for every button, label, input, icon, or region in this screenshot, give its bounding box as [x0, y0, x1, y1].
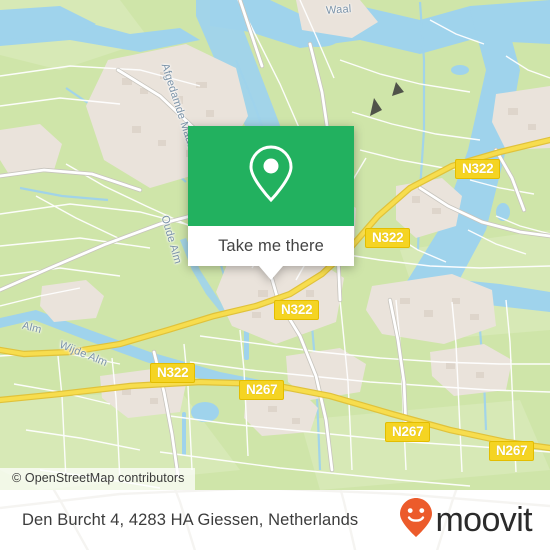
moovit-smiley-pin-icon: [399, 497, 433, 544]
footer-bar: Den Burcht 4, 4283 HA Giessen, Netherlan…: [0, 490, 550, 550]
map-canvas[interactable]: Waal Afgedamde Maas Oude Alm Alm Wijde A…: [0, 0, 550, 490]
n322-shield-center: N322: [365, 228, 411, 248]
n322-shield-west: N322: [150, 363, 196, 383]
destination-popup-card[interactable]: Take me there: [188, 126, 354, 280]
osm-attribution[interactable]: © OpenStreetMap contributors: [0, 468, 195, 490]
moovit-logo[interactable]: moovit: [399, 497, 533, 544]
address-label: Den Burcht 4, 4283 HA Giessen, Netherlan…: [22, 510, 359, 529]
n322-shield-mid: N322: [274, 300, 320, 320]
map-screen: Waal Afgedamde Maas Oude Alm Alm Wijde A…: [0, 0, 550, 550]
n322-shield-ne: N322: [455, 159, 501, 179]
water-label-waal: Waal: [325, 3, 352, 17]
n267-shield-east: N267: [489, 441, 535, 461]
take-me-there-label: Take me there: [218, 236, 324, 255]
n267-shield-west: N267: [239, 380, 285, 400]
popup-cta[interactable]: Take me there: [188, 226, 354, 266]
n267-shield-mid: N267: [385, 422, 431, 442]
popup-pointer: [259, 266, 283, 280]
moovit-wordmark: moovit: [435, 501, 532, 539]
popup-header: [188, 126, 354, 226]
map-pin-icon: [245, 143, 297, 210]
